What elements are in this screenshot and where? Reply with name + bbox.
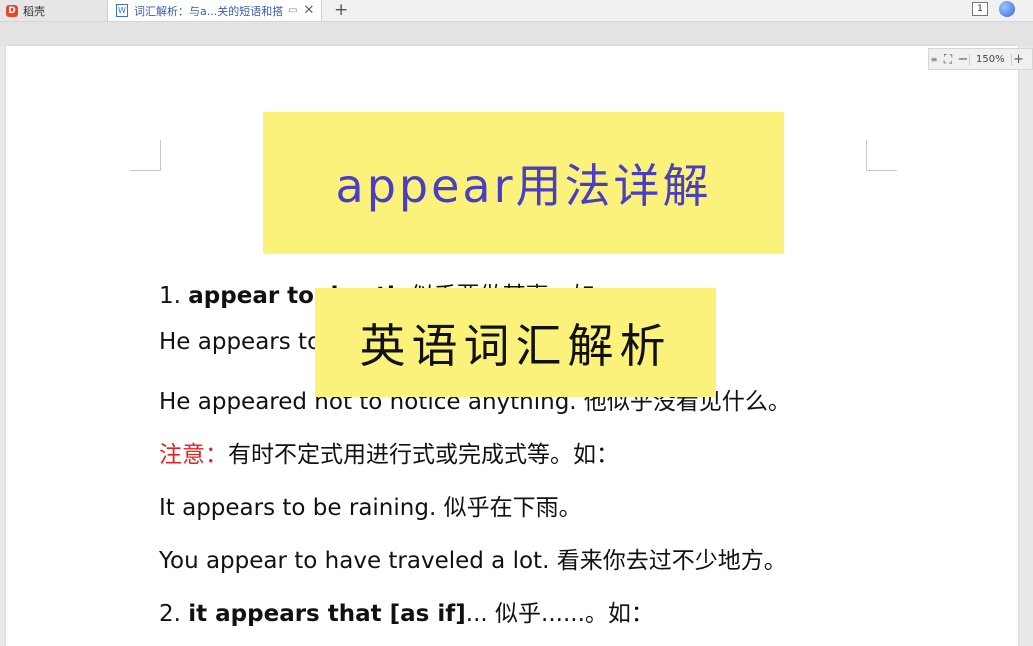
document-title: appear用法详解: [335, 159, 712, 213]
zoom-out-button[interactable]: −: [957, 52, 969, 67]
fit-page-icon[interactable]: ⛶: [939, 52, 957, 67]
phrase-heading: it appears that [as if]: [188, 601, 466, 627]
line-text: You appear to have traveled a lot. 看来你去过…: [159, 548, 787, 574]
zoom-level[interactable]: 150%: [969, 53, 1012, 65]
margin-mark-left: [130, 140, 161, 171]
line-text: ... 似乎......。如：: [465, 601, 654, 627]
toolbar-strip: [0, 22, 1033, 46]
body-line-4: 注意：有时不定式用进行式或完成式等。如：: [159, 435, 619, 469]
line-text: It appears to be raining. 似乎在下雨。: [159, 495, 582, 521]
document-icon: W: [116, 4, 128, 17]
body-line-2: He appears to: [159, 329, 321, 355]
line-text: 有时不定式用进行式或完成式等。如：: [228, 442, 619, 468]
monitor-icon[interactable]: ▭: [288, 5, 297, 16]
docer-logo-icon: D: [6, 4, 18, 17]
avatar[interactable]: [999, 1, 1015, 17]
margin-mark-right: [866, 140, 897, 171]
tab-document-title: 词汇解析：与a...关的短语和搭配: [134, 4, 284, 18]
title-highlight: appear用法详解: [263, 112, 784, 254]
zoom-control: ≡ ⛶ − 150% +: [928, 48, 1033, 70]
tab-home-label: 稻壳: [23, 4, 45, 18]
note-label: 注意：: [159, 442, 228, 468]
line-number: 1.: [159, 283, 189, 309]
line-number: 2.: [159, 601, 189, 627]
zoom-menu-icon[interactable]: ≡: [929, 55, 939, 64]
tab-document[interactable]: W 词汇解析：与a...关的短语和搭配 ▭ ✕: [108, 0, 322, 21]
body-line-5: It appears to be raining. 似乎在下雨。: [159, 488, 582, 522]
close-tab-icon[interactable]: ✕: [303, 3, 314, 18]
body-line-7: 2. it appears that [as if]... 似乎......。如…: [159, 594, 654, 628]
new-tab-icon[interactable]: +: [334, 0, 348, 21]
window-count-badge[interactable]: 1: [972, 2, 988, 16]
tab-home[interactable]: D 稻壳: [0, 0, 108, 21]
tab-bar: D 稻壳 W 词汇解析：与a...关的短语和搭配 ▭ ✕ + 1: [0, 0, 1033, 22]
overlay-caption-text: 英语词汇解析: [359, 318, 672, 373]
body-line-6: You appear to have traveled a lot. 看来你去过…: [159, 541, 787, 575]
line-text: He appears to: [159, 329, 322, 355]
overlay-caption: 英语词汇解析: [315, 288, 716, 397]
zoom-in-button[interactable]: +: [1012, 52, 1026, 67]
